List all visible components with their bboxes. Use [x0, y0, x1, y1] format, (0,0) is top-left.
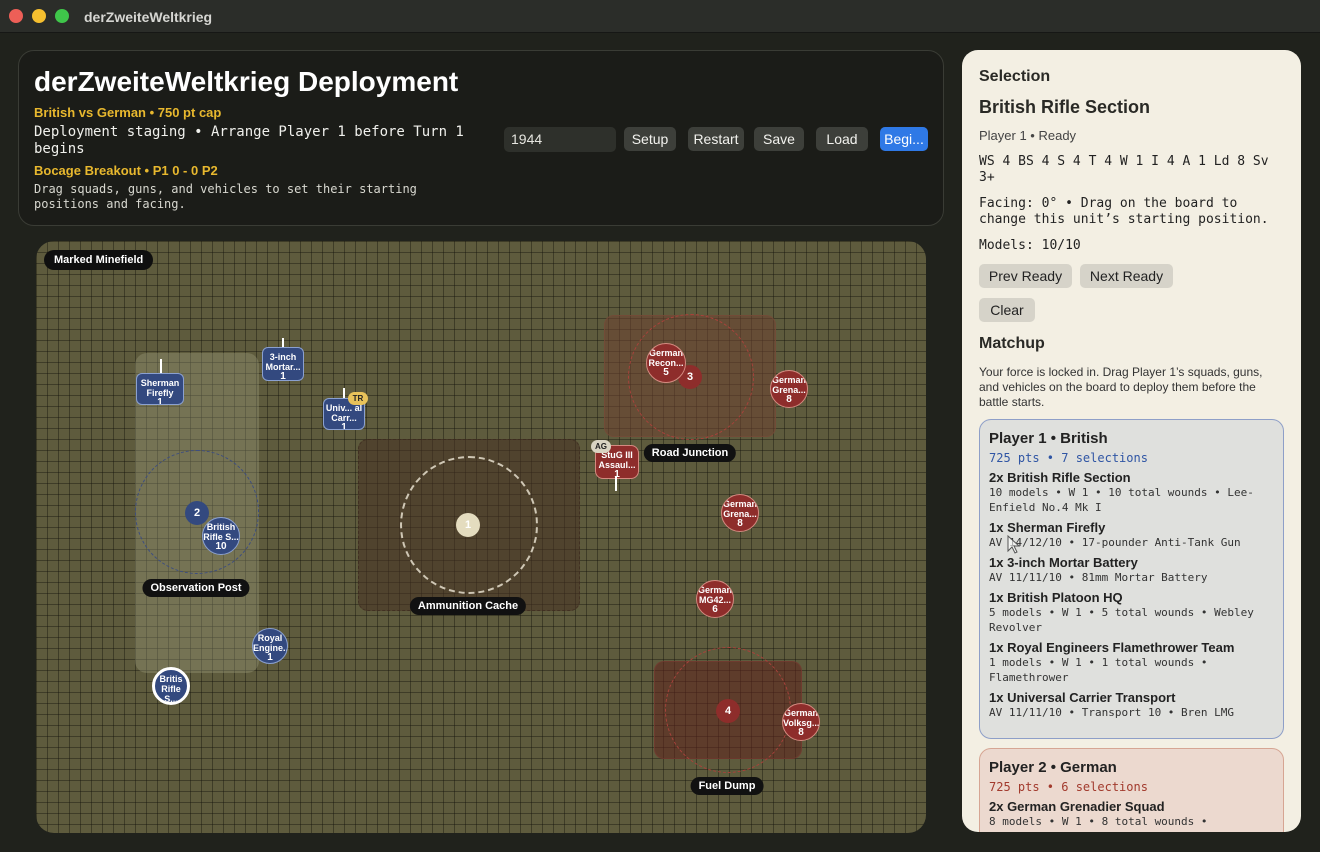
- assault-gun-badge: AG: [591, 440, 611, 453]
- unit-german-volksgrenadier[interactable]: German Volksg... 8: [782, 703, 820, 741]
- clear-button[interactable]: Clear: [979, 298, 1035, 322]
- unit-facing: Facing: 0° • Drag on the board to change…: [979, 196, 1269, 227]
- setup-button[interactable]: Setup: [624, 127, 676, 151]
- unit-models: Models: 10/10: [979, 238, 1081, 253]
- deployment-help: Drag squads, guns, and vehicles to set t…: [34, 182, 417, 211]
- facing-indicator: [615, 477, 617, 491]
- header-card: derZweiteWeltkrieg Deployment British vs…: [18, 50, 944, 226]
- minefield-label: Marked Minefield: [44, 250, 154, 270]
- unit-sherman-firefly[interactable]: Sherman Firefly 1: [136, 373, 184, 405]
- player2-title: Player 2 • German: [989, 759, 1117, 776]
- selected-unit-status: Player 1 • Ready: [979, 128, 1077, 143]
- deployment-status: Deployment staging • Arrange Player 1 be…: [34, 124, 464, 157]
- unit-royal-engineers[interactable]: Royal Engine... 1: [252, 628, 288, 664]
- matchup-subtitle: British vs German • 750 pt cap: [34, 105, 222, 120]
- prev-ready-button[interactable]: Prev Ready: [979, 264, 1072, 288]
- selected-unit-name: British Rifle Section: [979, 97, 1151, 117]
- objective-marker-ammunition-cache[interactable]: 1: [456, 513, 480, 537]
- matchup-note: Your force is locked in. Drag Player 1’s…: [979, 365, 1263, 409]
- selection-heading: Selection: [979, 68, 1051, 85]
- objective-marker-fuel-dump[interactable]: 4: [716, 699, 740, 723]
- player1-title: Player 1 • British: [989, 430, 1108, 447]
- close-window-button[interactable]: [9, 9, 23, 23]
- roster-item: 1x British Platoon HQ 5 models • W 1 • 5 …: [989, 590, 1254, 634]
- roster-item: 1x Universal Carrier Transport AV 11/11/1…: [989, 690, 1235, 719]
- roster-item: 2x British Rifle Section 10 models • W 1 …: [989, 470, 1254, 514]
- roster-item: 1x 3-inch Mortar Battery AV 11/11/10 • 81…: [989, 555, 1208, 584]
- roster-item: 1x Sherman Firefly AV 14/12/10 • 17-pound…: [989, 520, 1241, 549]
- unit-german-grenadier-b[interactable]: German Grena... 8: [721, 494, 759, 532]
- unit-stats: WS 4 BS 4 S 4 T 4 W 1 I 4 A 1 Ld 8 Sv 3+: [979, 154, 1269, 185]
- objective-label-ammunition-cache: Ammunition Cache: [409, 597, 527, 615]
- selection-panel: Selection British Rifle Section Player 1…: [962, 50, 1301, 832]
- mouse-cursor-icon: [1007, 535, 1021, 554]
- unit-3inch-mortar[interactable]: 3-inch Mortar... 1: [262, 347, 304, 381]
- unit-british-rifle-section[interactable]: British Rifle S... 10: [202, 517, 240, 555]
- player1-roster-card: Player 1 • British 725 pts • 7 selection…: [979, 419, 1284, 739]
- save-button[interactable]: Save: [754, 127, 804, 151]
- roster-item: 1x Royal Engineers Flamethrower Team 1 mo…: [989, 640, 1235, 684]
- window-titlebar: derZweiteWeltkrieg: [0, 0, 1320, 33]
- load-button[interactable]: Load: [816, 127, 868, 151]
- window-title: derZweiteWeltkrieg: [84, 9, 213, 25]
- scenario-score: Bocage Breakout • P1 0 - 0 P2: [34, 163, 218, 178]
- page-title: derZweiteWeltkrieg Deployment: [34, 66, 459, 97]
- player2-roster-card: Player 2 • German 725 pts • 6 selections…: [979, 748, 1284, 832]
- unit-german-recon[interactable]: German Recon... 5: [646, 343, 686, 383]
- transport-badge: TR: [348, 392, 368, 405]
- player1-points: 725 pts • 7 selections: [989, 451, 1148, 465]
- objective-label-observation-post: Observation Post: [142, 579, 250, 597]
- matchup-heading: Matchup: [979, 335, 1045, 352]
- minimize-window-button[interactable]: [32, 9, 46, 23]
- objective-label-fuel-dump: Fuel Dump: [690, 777, 764, 795]
- player2-points: 725 pts • 6 selections: [989, 780, 1148, 794]
- unit-german-grenadier-a[interactable]: German Grena... 8: [770, 370, 808, 408]
- unit-british-rifle-section-selected[interactable]: Britis Rifle S...10: [152, 667, 190, 705]
- unit-german-mg42[interactable]: German MG42... 6: [696, 580, 734, 618]
- battle-board[interactable]: Marked Minefield 2 Observation Post 1 Am…: [36, 241, 926, 833]
- begin-battle-button[interactable]: Begi...: [880, 127, 928, 151]
- app-content: derZweiteWeltkrieg Deployment British vs…: [0, 33, 1320, 852]
- objective-marker-observation-post[interactable]: 2: [185, 501, 209, 525]
- roster-item: 2x German Grenadier Squad 8 models • W 1 …: [989, 799, 1208, 828]
- next-ready-button[interactable]: Next Ready: [1080, 264, 1173, 288]
- zoom-window-button[interactable]: [55, 9, 69, 23]
- objective-label-road-junction: Road Junction: [643, 444, 737, 462]
- restart-button[interactable]: Restart: [688, 127, 744, 151]
- year-field[interactable]: 1944: [504, 127, 616, 152]
